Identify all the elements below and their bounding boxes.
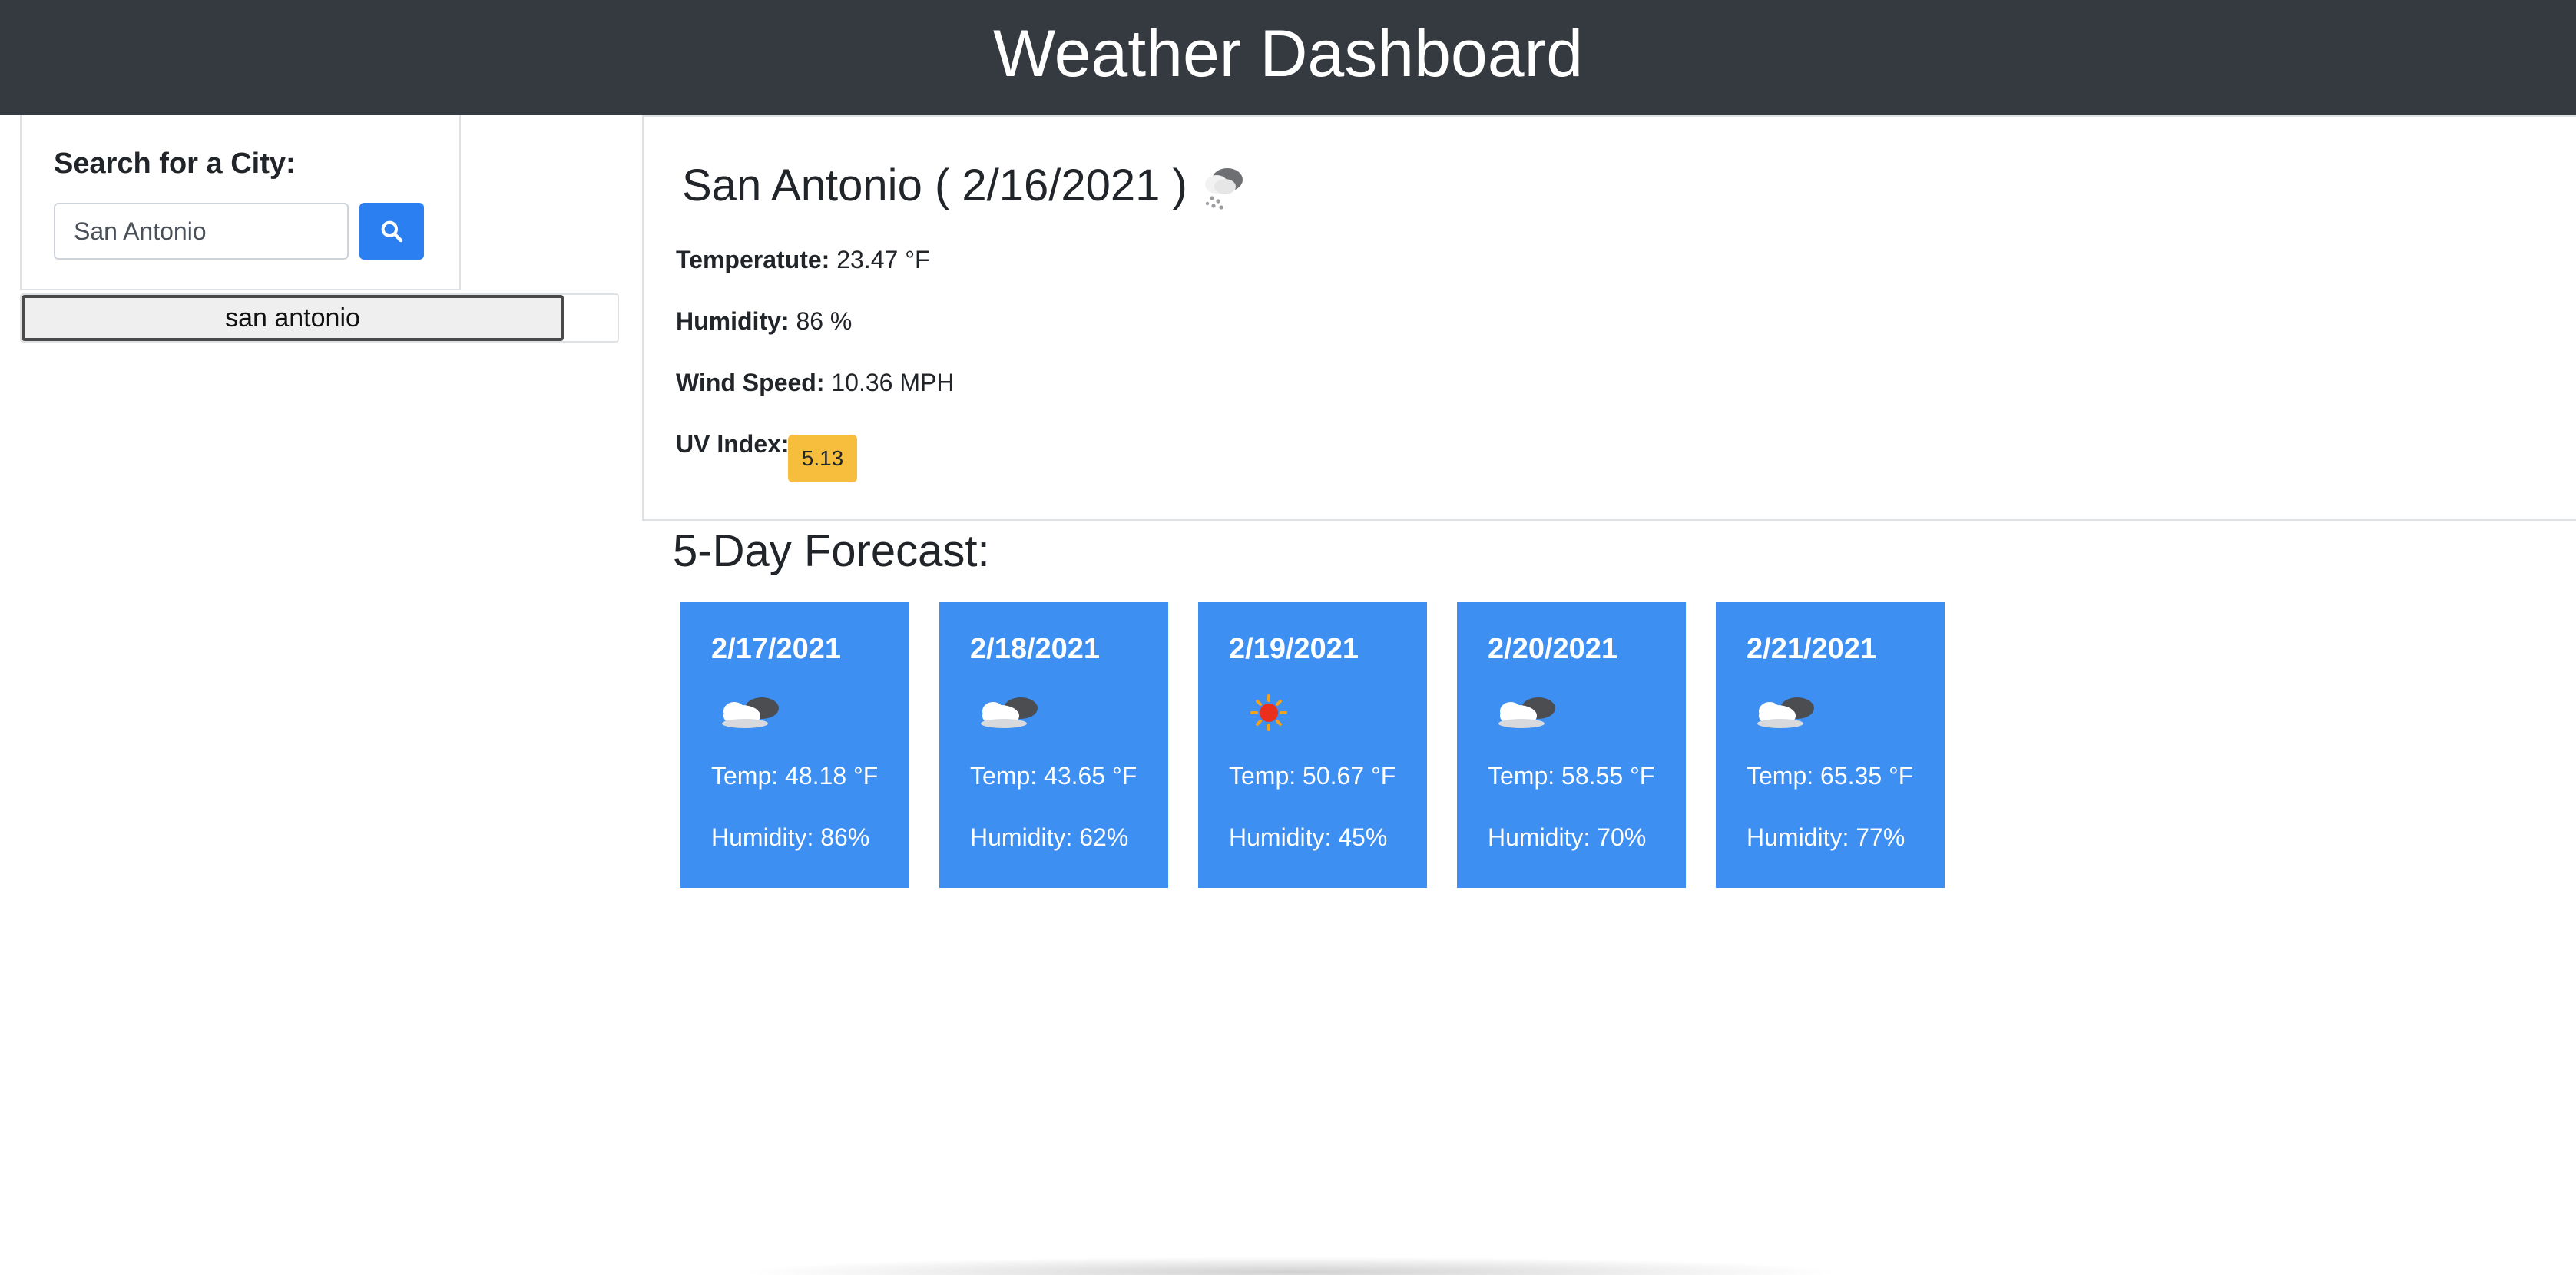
snow-cloud-icon	[1205, 168, 1243, 210]
humidity-label: Humidity:	[676, 307, 790, 335]
forecast-date: 2/21/2021	[1747, 633, 1877, 665]
forecast-date: 2/19/2021	[1229, 633, 1359, 665]
forecast-card: 2/20/2021 Temp: 58.55 °F Humidity: 70%	[1457, 602, 1686, 888]
cloudy-icon	[1757, 697, 1814, 728]
forecast-date: 2/18/2021	[970, 633, 1101, 665]
search-panel: Search for a City:	[20, 115, 461, 290]
cloudy-icon	[722, 697, 779, 728]
uv-index-label: UV Index:	[676, 430, 790, 458]
forecast-humidity: Humidity: 45%	[1229, 823, 1388, 851]
forecast-date: 2/20/2021	[1488, 633, 1618, 665]
current-city-title: San Antonio ( 2/16/2021 )	[682, 161, 1187, 210]
uv-index-stat: UV Index:	[676, 430, 790, 459]
forecast-humidity: Humidity: 62%	[970, 823, 1129, 851]
forecast-temp: Temp: 43.65 °F	[970, 762, 1137, 790]
cloudy-icon	[1498, 697, 1555, 728]
temperature-stat: Temperatute: 23.47 °F	[676, 246, 930, 274]
forecast-temp: Temp: 65.35 °F	[1747, 762, 1914, 790]
wind-speed-label: Wind Speed:	[676, 369, 825, 396]
sun-icon	[1250, 694, 1287, 731]
forecast-temp: Temp: 58.55 °F	[1488, 762, 1655, 790]
temperature-label: Temperatute:	[676, 246, 830, 273]
forecast-temp: Temp: 48.18 °F	[711, 762, 879, 790]
forecast-heading: 5-Day Forecast:	[673, 526, 990, 576]
current-weather-card: San Antonio ( 2/16/2021 ) Temperatute: 2…	[642, 115, 2576, 521]
uv-index-badge: 5.13	[788, 435, 857, 482]
humidity-stat: Humidity: 86 %	[676, 307, 852, 336]
city-search-input[interactable]	[54, 203, 349, 260]
app-header: Weather Dashboard	[0, 0, 2576, 115]
search-icon	[381, 220, 403, 243]
forecast-date: 2/17/2021	[711, 633, 842, 665]
history-item-san-antonio[interactable]: san antonio	[22, 295, 564, 341]
search-button[interactable]	[359, 203, 424, 260]
forecast-temp: Temp: 50.67 °F	[1229, 762, 1396, 790]
wind-speed-stat: Wind Speed: 10.36 MPH	[676, 369, 954, 397]
temperature-value: 23.47 °F	[836, 246, 930, 273]
forecast-card: 2/19/2021 Temp: 50.67 °F Humidity: 45%	[1198, 602, 1427, 888]
forecast-card: 2/18/2021 Temp: 43.65 °F Humidity: 62%	[939, 602, 1168, 888]
wind-speed-value: 10.36 MPH	[831, 369, 955, 396]
page-title: Weather Dashboard	[992, 17, 1584, 91]
forecast-card: 2/21/2021 Temp: 65.35 °F Humidity: 77%	[1716, 602, 1945, 888]
search-heading: Search for a City:	[54, 147, 296, 180]
forecast-humidity: Humidity: 86%	[711, 823, 870, 851]
forecast-humidity: Humidity: 77%	[1747, 823, 1906, 851]
forecast-card: 2/17/2021 Temp: 48.18 °F Humidity: 86%	[680, 602, 909, 888]
forecast-humidity: Humidity: 70%	[1488, 823, 1647, 851]
cloudy-icon	[981, 697, 1038, 728]
search-history-list: san antonio	[20, 293, 619, 343]
humidity-value: 86 %	[796, 307, 853, 335]
page-bottom-shadow	[737, 1257, 1843, 1275]
